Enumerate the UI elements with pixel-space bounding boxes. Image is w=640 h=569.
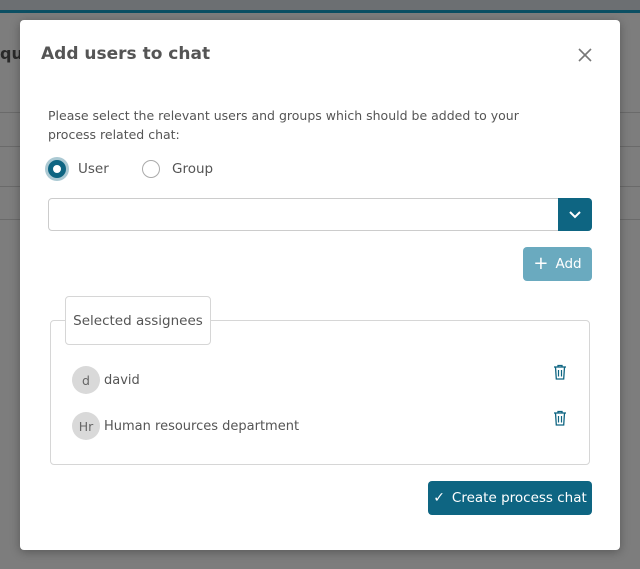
assignee-item: Hr Human resources department: [72, 412, 299, 440]
background-accent-line: [0, 10, 640, 13]
radio-user-indicator[interactable]: [48, 160, 66, 178]
check-icon: ✓: [433, 490, 445, 506]
assignee-item: d david: [72, 366, 140, 394]
create-process-chat-button[interactable]: ✓ Create process chat: [428, 481, 592, 515]
selected-assignees-legend: Selected assignees: [65, 296, 211, 345]
dialog-description: Please select the relevant users and gro…: [48, 108, 519, 142]
add-users-dialog: Add users to chat Please select the rele…: [20, 20, 620, 550]
radio-user-label: User: [78, 161, 109, 177]
avatar: d: [72, 366, 100, 394]
assignee-name: david: [104, 372, 140, 388]
dialog-title: Add users to chat: [41, 44, 211, 64]
radio-group[interactable]: Group: [142, 160, 213, 178]
radio-user[interactable]: User: [48, 160, 109, 178]
add-button-label: Add: [555, 256, 582, 272]
background-topbar: [0, 0, 640, 10]
close-button[interactable]: [574, 44, 596, 66]
radio-group-label: Group: [172, 161, 214, 177]
remove-assignee-button[interactable]: [553, 364, 569, 382]
trash-icon: [554, 410, 566, 426]
add-button[interactable]: + Add: [523, 247, 592, 281]
trash-icon: [554, 364, 566, 380]
remove-assignee-button[interactable]: [553, 410, 569, 428]
plus-icon: +: [533, 253, 549, 274]
close-icon: [578, 48, 592, 62]
chevron-down-icon: [569, 210, 581, 218]
radio-group-indicator[interactable]: [142, 160, 160, 178]
user-select[interactable]: [48, 198, 592, 231]
avatar: Hr: [72, 412, 100, 440]
assignee-name: Human resources department: [104, 418, 300, 434]
create-button-label: Create process chat: [451, 490, 587, 506]
user-select-toggle[interactable]: [558, 198, 592, 231]
